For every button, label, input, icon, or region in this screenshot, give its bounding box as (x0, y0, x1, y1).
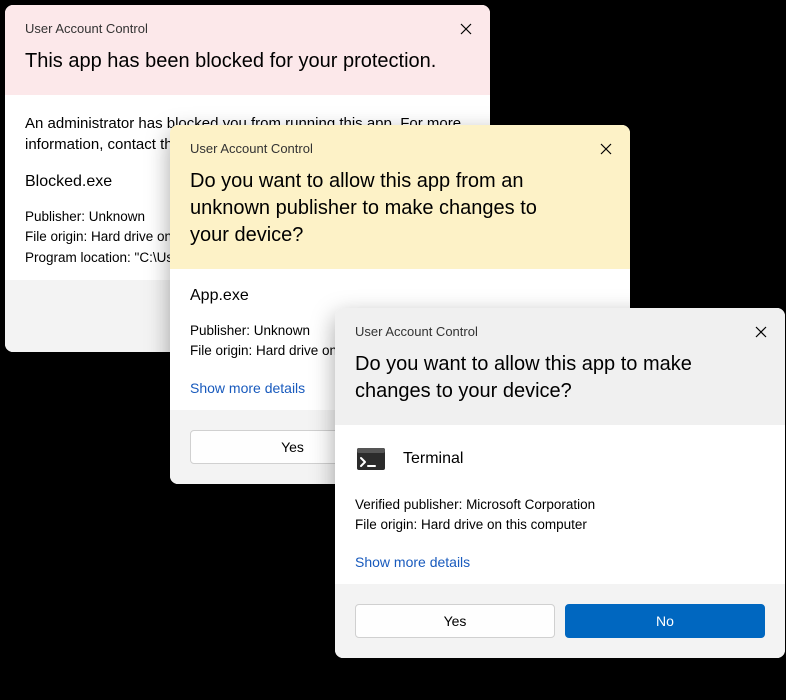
show-more-link[interactable]: Show more details (355, 554, 470, 570)
uac-title: User Account Control (25, 21, 470, 36)
close-button[interactable] (452, 15, 480, 43)
meta: Verified publisher: Microsoft Corporatio… (355, 495, 765, 536)
file-origin-text: File origin: Hard drive on this computer (355, 515, 765, 535)
show-more-link[interactable]: Show more details (190, 380, 305, 396)
close-icon (755, 326, 767, 338)
footer: Yes No (335, 584, 785, 658)
verified-question: Do you want to allow this app to make ch… (355, 351, 765, 405)
uac-title: User Account Control (190, 141, 610, 156)
close-icon (460, 23, 472, 35)
blocked-message: This app has been blocked for your prote… (25, 48, 470, 75)
yes-button[interactable]: Yes (355, 604, 555, 638)
close-button[interactable] (747, 318, 775, 346)
header: User Account Control This app has been b… (5, 5, 490, 95)
close-icon (600, 143, 612, 155)
app-name: Terminal (403, 450, 463, 468)
uac-dialog-verified: User Account Control Do you want to allo… (335, 308, 785, 658)
unknown-question: Do you want to allow this app from an un… (190, 168, 610, 249)
no-button[interactable]: No (565, 604, 765, 638)
header: User Account Control Do you want to allo… (170, 125, 630, 269)
header: User Account Control Do you want to allo… (335, 308, 785, 425)
uac-title: User Account Control (355, 324, 765, 339)
publisher-text: Verified publisher: Microsoft Corporatio… (355, 495, 765, 515)
app-name: App.exe (190, 287, 610, 305)
content: Terminal Verified publisher: Microsoft C… (335, 425, 785, 584)
app-row: Terminal (355, 443, 765, 475)
close-button[interactable] (592, 135, 620, 163)
terminal-icon (355, 443, 387, 475)
